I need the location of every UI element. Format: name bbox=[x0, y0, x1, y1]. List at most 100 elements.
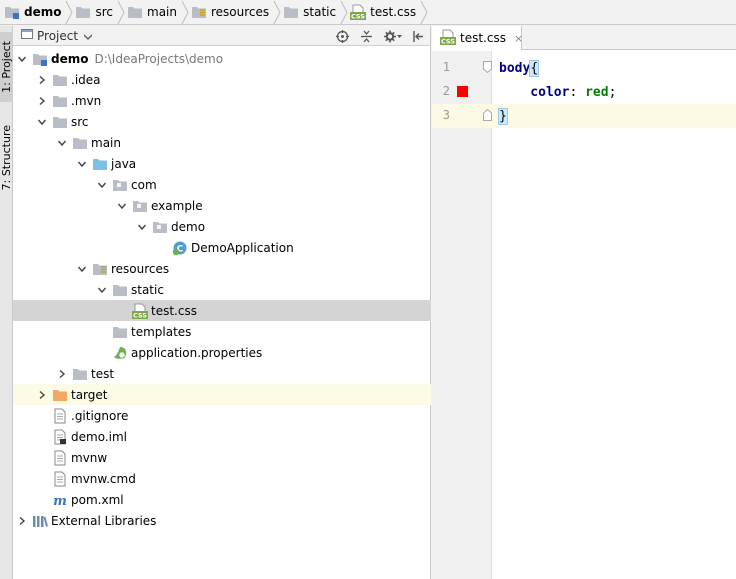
tree-node-label: main bbox=[91, 135, 121, 150]
code-token: red bbox=[585, 84, 609, 100]
tree-node[interactable]: .idea bbox=[13, 69, 431, 90]
tree-node[interactable]: src bbox=[13, 111, 431, 132]
breadcrumb-separator-icon bbox=[420, 0, 428, 25]
tree-node[interactable]: .gitignore bbox=[13, 405, 431, 426]
tree-node[interactable]: test bbox=[13, 363, 431, 384]
code-line[interactable]: body{ bbox=[492, 56, 736, 80]
project-tool-button[interactable]: 1: Project bbox=[0, 32, 13, 102]
breadcrumb-label: static bbox=[303, 5, 337, 19]
close-tab-icon[interactable]: × bbox=[514, 32, 523, 45]
editor-area: CSS test.css × 1 2 3 body{ color: red;} bbox=[432, 26, 736, 579]
tree-node[interactable]: templates bbox=[13, 321, 431, 342]
line-number: 1 bbox=[442, 60, 450, 74]
tree-node[interactable]: m pom.xml bbox=[13, 489, 431, 510]
resources-folder-icon bbox=[92, 261, 108, 277]
tree-node-label: demo.iml bbox=[71, 429, 127, 444]
editor-tab-label: test.css bbox=[460, 31, 506, 45]
tree-node-label: static bbox=[131, 282, 164, 297]
tree-node[interactable]: com bbox=[13, 174, 431, 195]
svg-text:CSS: CSS bbox=[351, 13, 365, 21]
hide-panel-icon[interactable] bbox=[413, 30, 424, 43]
code-line[interactable]: } bbox=[492, 104, 736, 128]
expand-arrow-down-icon[interactable] bbox=[36, 111, 48, 132]
tree-node[interactable]: demo bbox=[13, 216, 431, 237]
breadcrumb-item[interactable]: main bbox=[125, 0, 181, 25]
tree-node[interactable]: demo D:\IdeaProjects\demo bbox=[13, 48, 431, 69]
tree-node[interactable]: main bbox=[13, 132, 431, 153]
breadcrumb-separator-icon bbox=[117, 0, 125, 25]
maven-icon: m bbox=[52, 492, 68, 508]
view-dropdown-icon[interactable] bbox=[83, 29, 93, 43]
tree-node[interactable]: mvnw.cmd bbox=[13, 468, 431, 489]
folder-icon bbox=[52, 72, 68, 88]
tree-node-label: DemoApplication bbox=[191, 240, 294, 255]
tree-node[interactable]: CSS test.css bbox=[13, 300, 431, 321]
tree-node[interactable]: static bbox=[13, 279, 431, 300]
tree-node[interactable]: target bbox=[13, 384, 431, 405]
expand-arrow-right-icon[interactable] bbox=[16, 510, 28, 531]
breadcrumb-item[interactable]: resources bbox=[189, 0, 273, 25]
tree-node-label: resources bbox=[111, 261, 170, 276]
tool-window-strip: 1: Project 7: Structure bbox=[0, 26, 13, 579]
tree-node-label: com bbox=[131, 177, 157, 192]
breadcrumb-label: test.css bbox=[370, 5, 417, 19]
code-token: { bbox=[529, 59, 540, 77]
libraries-icon bbox=[32, 513, 48, 529]
tree-node[interactable]: java bbox=[13, 153, 431, 174]
tree-node[interactable]: C DemoApplication bbox=[13, 237, 431, 258]
expand-arrow-down-icon[interactable] bbox=[56, 132, 68, 153]
expand-arrow-down-icon[interactable] bbox=[16, 48, 28, 69]
expand-arrow-right-icon[interactable] bbox=[36, 90, 48, 111]
collapse-all-icon[interactable] bbox=[360, 30, 373, 43]
expand-arrow-down-icon[interactable] bbox=[96, 279, 108, 300]
expand-arrow-down-icon[interactable] bbox=[136, 216, 148, 237]
breadcrumb-item[interactable]: demo bbox=[2, 0, 65, 25]
breadcrumb-item[interactable]: CSS test.css bbox=[348, 0, 420, 25]
tree-node-label: .idea bbox=[71, 72, 101, 87]
expand-arrow-down-icon[interactable] bbox=[76, 153, 88, 174]
breadcrumb-item[interactable]: static bbox=[281, 0, 340, 25]
code-area[interactable]: body{ color: red;} bbox=[492, 51, 736, 579]
code-line[interactable]: color: red; bbox=[492, 80, 736, 104]
tree-node-label: mvnw bbox=[71, 450, 108, 465]
svg-text:CSS: CSS bbox=[441, 37, 455, 45]
expand-arrow-down-icon[interactable] bbox=[96, 174, 108, 195]
folder-icon bbox=[72, 366, 88, 382]
expand-arrow-down-icon[interactable] bbox=[116, 195, 128, 216]
tree-node[interactable]: External Libraries bbox=[13, 510, 431, 531]
color-swatch-icon[interactable] bbox=[457, 86, 468, 97]
breadcrumb-label: src bbox=[95, 5, 114, 19]
project-panel-title[interactable]: Project bbox=[37, 29, 78, 43]
folder-icon bbox=[72, 135, 88, 151]
tree-node-label: demo bbox=[51, 51, 89, 66]
tree-node[interactable]: .mvn bbox=[13, 90, 431, 111]
expand-arrow-right-icon[interactable] bbox=[36, 384, 48, 405]
fold-marker-icon[interactable] bbox=[483, 108, 492, 124]
breadcrumb-item[interactable]: src bbox=[73, 0, 117, 25]
editor-tab-test-css[interactable]: CSS test.css × bbox=[432, 26, 523, 50]
tree-node[interactable]: resources bbox=[13, 258, 431, 279]
package-icon bbox=[112, 177, 128, 193]
fold-marker-icon[interactable] bbox=[483, 61, 492, 76]
expand-arrow-right-icon[interactable] bbox=[56, 363, 68, 384]
tree-node[interactable]: application.properties bbox=[13, 342, 431, 363]
tree-node[interactable]: example bbox=[13, 195, 431, 216]
code-token: ; bbox=[608, 84, 617, 100]
expand-arrow-right-icon[interactable] bbox=[36, 69, 48, 90]
tree-node[interactable]: demo.iml bbox=[13, 426, 431, 447]
text-file-icon bbox=[52, 450, 68, 466]
structure-tool-button[interactable]: 7: Structure bbox=[0, 116, 13, 200]
expand-arrow-down-icon[interactable] bbox=[76, 258, 88, 279]
text-file-icon bbox=[52, 471, 68, 487]
breadcrumb-separator-icon bbox=[273, 0, 281, 25]
breadcrumb-separator-icon bbox=[65, 0, 74, 25]
tree-node[interactable]: mvnw bbox=[13, 447, 431, 468]
breadcrumb-label: resources bbox=[211, 5, 270, 19]
scroll-from-source-icon[interactable] bbox=[336, 29, 349, 43]
gear-icon[interactable] bbox=[384, 30, 402, 43]
